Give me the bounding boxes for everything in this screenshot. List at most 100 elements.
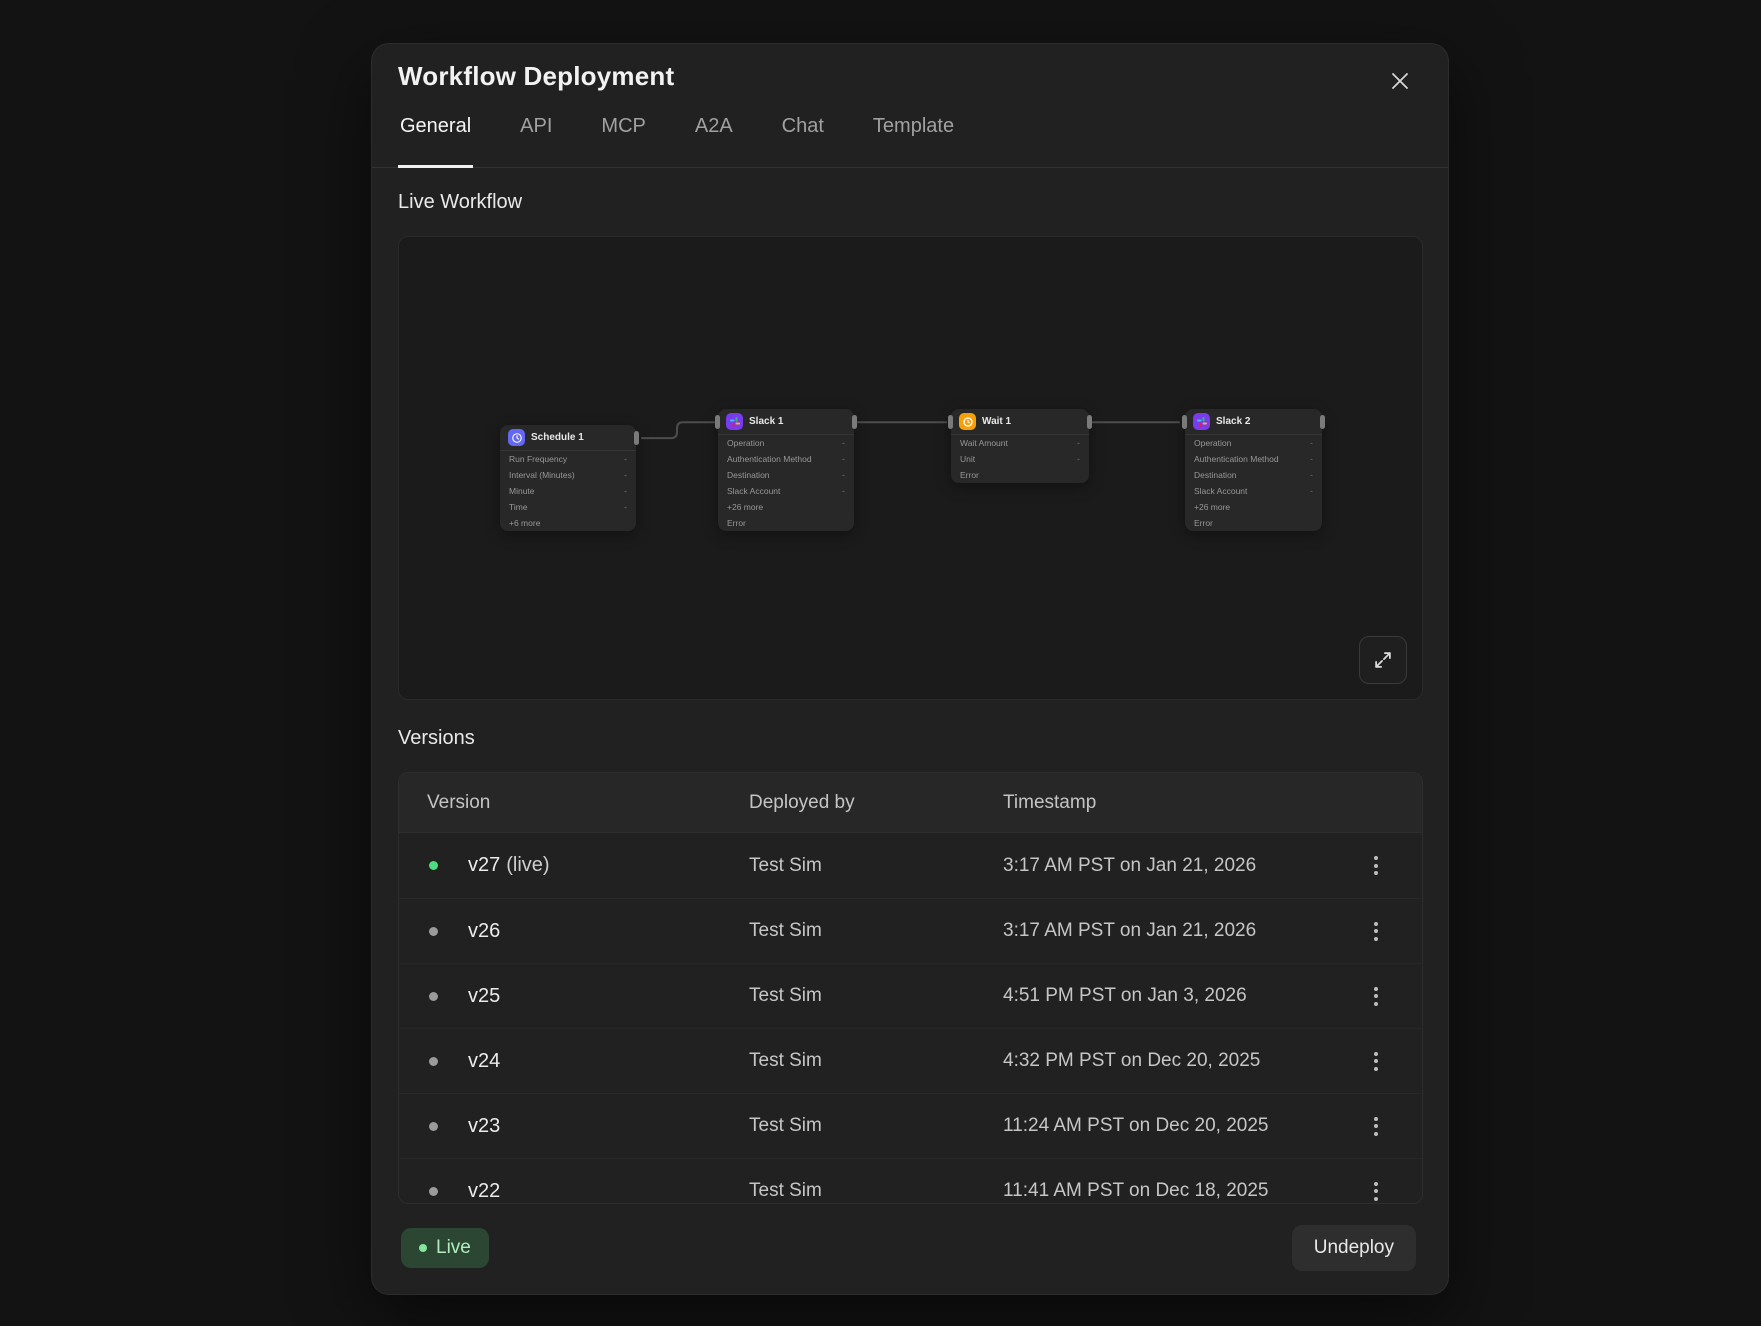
column-header-version: Version	[427, 792, 749, 814]
node-field-row: Run Frequency-	[500, 451, 636, 467]
slack-icon	[726, 413, 743, 430]
close-button[interactable]	[1385, 66, 1415, 96]
status-dot-icon	[429, 1122, 438, 1131]
node-more-row: +6 more	[500, 515, 636, 531]
port-handle	[1182, 415, 1187, 429]
table-row[interactable]: v23 Test Sim 11:24 AM PST on Dec 20, 202…	[399, 1093, 1422, 1158]
expand-canvas-button[interactable]	[1359, 636, 1407, 684]
tab-chat[interactable]: Chat	[780, 113, 826, 168]
node-title: Slack 2	[1216, 416, 1250, 427]
node-field-row: Destination-	[1185, 467, 1322, 483]
kebab-icon	[1374, 922, 1378, 926]
port-handle	[852, 415, 857, 429]
table-row[interactable]: v24 Test Sim 4:32 PM PST on Dec 20, 2025	[399, 1028, 1422, 1093]
status-dot-icon	[429, 927, 438, 936]
node-title: Schedule 1	[531, 432, 584, 443]
table-row[interactable]: v27(live) Test Sim 3:17 AM PST on Jan 21…	[399, 833, 1422, 898]
status-badge-label: Live	[436, 1237, 471, 1259]
live-workflow-heading: Live Workflow	[398, 191, 522, 214]
node-field-row: Wait Amount-	[951, 435, 1089, 451]
deployed-by-label: Test Sim	[749, 1115, 1003, 1137]
node-field-row: Time-	[500, 499, 636, 515]
row-menu-button[interactable]	[1359, 1174, 1393, 1204]
row-menu-button[interactable]	[1359, 1044, 1393, 1078]
version-label: v27(live)	[468, 854, 749, 877]
timestamp-label: 11:24 AM PST on Dec 20, 2025	[1003, 1115, 1330, 1137]
node-field-row: Slack Account-	[1185, 483, 1322, 499]
node-more-row: +26 more	[1185, 499, 1322, 515]
version-label: v24	[468, 1050, 749, 1073]
kebab-icon	[1374, 1182, 1378, 1186]
node-field-row: Unit-	[951, 451, 1089, 467]
port-handle	[1320, 415, 1325, 429]
port-handle	[634, 431, 639, 445]
deployed-by-label: Test Sim	[749, 1050, 1003, 1072]
workflow-node-schedule-1[interactable]: Schedule 1 Run Frequency-Interval (Minute…	[500, 425, 636, 531]
kebab-icon	[1374, 1117, 1378, 1121]
node-error-row: Error	[1185, 515, 1322, 531]
workflow-node-slack-2[interactable]: Slack 2Operation-Authentication Method-D…	[1185, 409, 1322, 531]
tab-a2a[interactable]: A2A	[693, 113, 735, 168]
tab-template[interactable]: Template	[871, 113, 956, 168]
modal-footer: Live Undeploy	[372, 1202, 1448, 1294]
slack-icon	[1193, 413, 1210, 430]
deployed-by-label: Test Sim	[749, 855, 1003, 877]
table-row[interactable]: v26 Test Sim 3:17 AM PST on Jan 21, 2026	[399, 898, 1422, 963]
node-field-row: Operation-	[1185, 435, 1322, 451]
deployed-by-label: Test Sim	[749, 1180, 1003, 1202]
column-header-deployed-by: Deployed by	[749, 792, 1003, 814]
row-menu-button[interactable]	[1359, 914, 1393, 948]
tab-api[interactable]: API	[518, 113, 554, 168]
expand-icon	[1372, 649, 1394, 671]
node-field-row: Destination-	[718, 467, 854, 483]
node-field-row: Interval (Minutes)-	[500, 467, 636, 483]
version-label: v22	[468, 1180, 749, 1203]
kebab-icon	[1374, 987, 1378, 991]
port-handle	[948, 415, 953, 429]
workflow-canvas[interactable]: Schedule 1 Run Frequency-Interval (Minute…	[398, 236, 1423, 700]
edge-path	[641, 422, 715, 438]
close-icon	[1388, 69, 1412, 93]
node-error-row: Error	[951, 467, 1089, 483]
timestamp-label: 3:17 AM PST on Jan 21, 2026	[1003, 855, 1330, 877]
status-dot-icon	[429, 992, 438, 1001]
status-badge: Live	[401, 1228, 489, 1268]
node-title: Slack 1	[749, 416, 783, 427]
node-field-row: Authentication Method-	[718, 451, 854, 467]
version-label: v23	[468, 1115, 749, 1138]
tab-bar: General API MCP A2A Chat Template	[372, 113, 1448, 168]
port-handle	[715, 415, 720, 429]
deployed-by-label: Test Sim	[749, 920, 1003, 942]
kebab-icon	[1374, 1052, 1378, 1056]
status-dot-icon	[429, 1187, 438, 1196]
tab-mcp[interactable]: MCP	[599, 113, 647, 168]
timestamp-label: 4:32 PM PST on Dec 20, 2025	[1003, 1050, 1330, 1072]
live-dot-icon	[419, 1244, 427, 1252]
workflow-node-slack-1[interactable]: Slack 1 Operation-Authentication Method-D…	[718, 409, 854, 531]
timestamp-label: 3:17 AM PST on Jan 21, 2026	[1003, 920, 1330, 942]
table-row[interactable]: v22 Test Sim 11:41 AM PST on Dec 18, 202…	[399, 1158, 1422, 1204]
column-header-timestamp: Timestamp	[1003, 792, 1422, 814]
table-row[interactable]: v25 Test Sim 4:51 PM PST on Jan 3, 2026	[399, 963, 1422, 1028]
kebab-icon	[1374, 856, 1378, 860]
node-more-row: +26 more	[718, 499, 854, 515]
status-dot-icon	[429, 861, 438, 870]
port-handle	[1087, 415, 1092, 429]
versions-heading: Versions	[398, 727, 475, 750]
node-field-row: Operation-	[718, 435, 854, 451]
status-dot-icon	[429, 1057, 438, 1066]
node-field-row: Slack Account-	[718, 483, 854, 499]
workflow-node-wait-1[interactable]: Wait 1Wait Amount-Unit-Error	[951, 409, 1089, 483]
version-label: v25	[468, 985, 749, 1008]
modal-title: Workflow Deployment	[398, 61, 674, 92]
versions-table: Version Deployed by Timestamp v27(live) …	[398, 772, 1423, 1204]
version-label: v26	[468, 920, 749, 943]
timestamp-label: 4:51 PM PST on Jan 3, 2026	[1003, 985, 1330, 1007]
workflow-deployment-modal: Workflow Deployment General API MCP A2A Chat…	[371, 43, 1449, 1295]
row-menu-button[interactable]	[1359, 1109, 1393, 1143]
undeploy-button[interactable]: Undeploy	[1292, 1225, 1416, 1271]
row-menu-button[interactable]	[1359, 849, 1393, 883]
row-menu-button[interactable]	[1359, 979, 1393, 1013]
node-error-row: Error	[718, 515, 854, 531]
tab-general[interactable]: General	[398, 113, 473, 168]
